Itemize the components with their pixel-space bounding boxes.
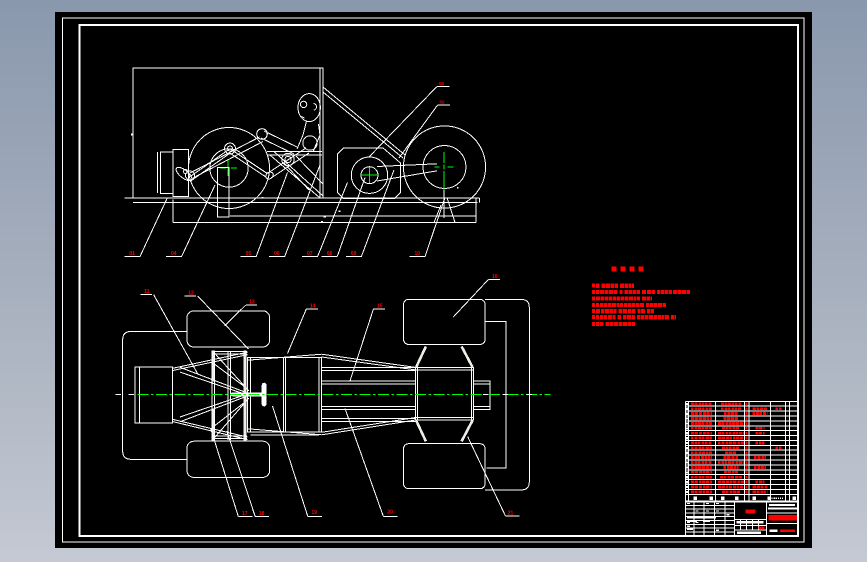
svg-text:19: 19: [312, 510, 318, 516]
svg-text:05: 05: [246, 251, 252, 257]
svg-text:21: 21: [508, 510, 514, 516]
svg-text:11: 11: [144, 289, 150, 295]
svg-text:09: 09: [351, 251, 357, 257]
svg-text:01: 01: [129, 251, 135, 257]
svg-text:20: 20: [387, 510, 393, 516]
svg-text:03: 03: [439, 81, 445, 86]
svg-text:14: 14: [310, 303, 316, 309]
svg-text:15: 15: [377, 303, 383, 309]
svg-text:17: 17: [242, 511, 248, 517]
svg-text:02: 02: [440, 100, 446, 105]
svg-text:04: 04: [171, 251, 177, 257]
svg-text:08: 08: [327, 251, 333, 257]
svg-text:07: 07: [307, 251, 313, 257]
svg-text:10: 10: [415, 251, 421, 257]
svg-text:18: 18: [259, 511, 265, 517]
svg-text:13: 13: [249, 300, 255, 306]
svg-text:06: 06: [274, 251, 280, 257]
svg-text:16: 16: [492, 274, 498, 280]
svg-text:12: 12: [188, 291, 194, 297]
